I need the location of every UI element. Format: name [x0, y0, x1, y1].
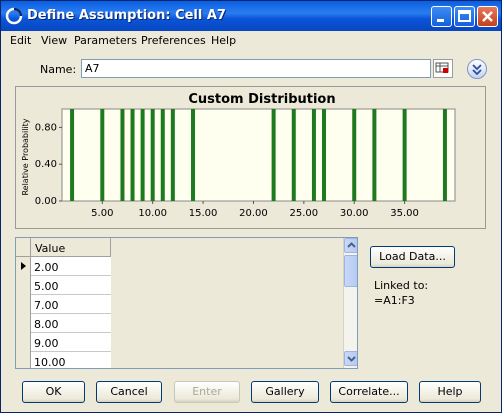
distribution-chart-panel: Custom Distribution Relative Probability… [15, 86, 486, 229]
arrow-up-icon [347, 242, 356, 248]
window-title: Define Assumption: Cell A7 [27, 8, 226, 23]
define-assumption-window: Define Assumption: Cell A7 Edit View Par… [0, 0, 502, 413]
grid-empty-area [111, 238, 344, 368]
bar [70, 109, 75, 201]
chevron-double-down-icon [472, 64, 482, 76]
bar [271, 109, 276, 201]
row-indicator[interactable] [16, 352, 31, 368]
x-tick-label: 10.00 [138, 208, 167, 219]
maximize-button[interactable] [454, 6, 475, 27]
minimize-icon [437, 19, 444, 22]
ok-button[interactable]: OK [22, 381, 85, 403]
bar [160, 109, 165, 201]
grid-cell-value[interactable]: 2.00 [34, 261, 59, 274]
grid-header: Value [16, 238, 111, 257]
cancel-button[interactable]: Cancel [96, 381, 162, 403]
row-indicator[interactable] [16, 276, 31, 295]
correlate-button[interactable]: Correlate... [330, 381, 408, 403]
gallery-button[interactable]: Gallery [251, 381, 319, 403]
bar [150, 109, 155, 201]
bar [402, 109, 407, 201]
table-row[interactable]: 10.00 [16, 352, 111, 368]
bar [100, 109, 105, 201]
vertical-scrollbar[interactable] [343, 238, 357, 368]
bar [442, 109, 447, 201]
grid-header-value: Value [35, 242, 66, 255]
bar [291, 109, 296, 201]
grid-cell-value[interactable]: 7.00 [34, 299, 59, 312]
bar [120, 109, 125, 201]
menu-preferences[interactable]: Preferences [141, 34, 206, 47]
x-tick-label: 35.00 [390, 208, 419, 219]
table-row[interactable]: 7.00 [16, 295, 111, 314]
chart-title: Custom Distribution [188, 92, 335, 107]
linked-to-label: Linked to: [374, 279, 429, 292]
x-tick-label: 25.00 [290, 208, 319, 219]
menu-bar: Edit View Parameters Preferences Help [1, 31, 501, 51]
row-indicator[interactable] [16, 295, 31, 314]
bar [170, 109, 175, 201]
x-tick-label: 20.00 [239, 208, 268, 219]
bar [311, 109, 316, 201]
y-ticks-group: 0.00 0.40 0.80 [35, 122, 62, 207]
title-bar[interactable]: Define Assumption: Cell A7 [1, 1, 501, 31]
x-ticks-group: 5.00 10.00 15.00 20.00 25.00 30.00 35.00 [91, 201, 419, 219]
table-row[interactable]: 8.00 [16, 314, 111, 333]
maximize-icon [458, 10, 471, 22]
scroll-thumb[interactable] [344, 255, 357, 287]
row-indicator[interactable] [16, 257, 31, 276]
grid-cell-value[interactable]: 5.00 [34, 280, 59, 293]
row-indicator[interactable] [16, 333, 31, 352]
values-grid[interactable]: Value 2.005.007.008.009.0010.0011.00 [15, 237, 358, 369]
table-row[interactable]: 5.00 [16, 276, 111, 295]
menu-parameters[interactable]: Parameters [74, 34, 137, 47]
arrow-down-icon [347, 356, 356, 362]
load-data-button[interactable]: Load Data... [370, 246, 455, 268]
bar [352, 109, 357, 201]
grid-corner [16, 238, 31, 257]
scroll-down-button[interactable] [344, 351, 357, 366]
table-row[interactable]: 9.00 [16, 333, 111, 352]
name-input[interactable] [81, 59, 431, 78]
current-row-arrow-icon [21, 262, 26, 270]
x-tick-label: 5.00 [91, 208, 113, 219]
help-button[interactable]: Help [419, 381, 481, 403]
bar [130, 109, 135, 201]
bar [322, 109, 326, 201]
name-label: Name: [40, 63, 77, 76]
app-icon [5, 7, 23, 25]
bar [372, 109, 377, 201]
scroll-up-button[interactable] [344, 238, 357, 253]
y-tick-label: 0.00 [35, 196, 57, 207]
grid-cell-value[interactable]: 8.00 [34, 318, 59, 331]
bar [191, 109, 195, 201]
cell-select-button[interactable] [433, 59, 453, 78]
bar [140, 109, 145, 201]
menu-edit[interactable]: Edit [10, 34, 31, 47]
cell-select-icon [435, 62, 449, 73]
table-row[interactable]: 2.00 [16, 257, 111, 276]
minimize-button[interactable] [431, 6, 452, 27]
expand-button[interactable] [467, 59, 487, 79]
close-icon [482, 11, 493, 22]
y-axis-label: Relative Probability [21, 118, 30, 195]
menu-help[interactable]: Help [211, 34, 236, 47]
close-button[interactable] [477, 6, 498, 27]
grid-cell-value[interactable]: 10.00 [34, 356, 66, 368]
linked-to-value: =A1:F3 [374, 294, 415, 307]
x-tick-label: 15.00 [189, 208, 218, 219]
y-tick-label: 0.40 [35, 159, 57, 170]
row-indicator[interactable] [16, 314, 31, 333]
distribution-chart: Custom Distribution Relative Probability… [21, 92, 456, 219]
enter-button[interactable]: Enter [174, 381, 240, 403]
grid-cell-value[interactable]: 9.00 [34, 337, 59, 350]
y-tick-label: 0.80 [35, 122, 57, 133]
menu-view[interactable]: View [41, 34, 67, 47]
x-tick-label: 30.00 [340, 208, 369, 219]
